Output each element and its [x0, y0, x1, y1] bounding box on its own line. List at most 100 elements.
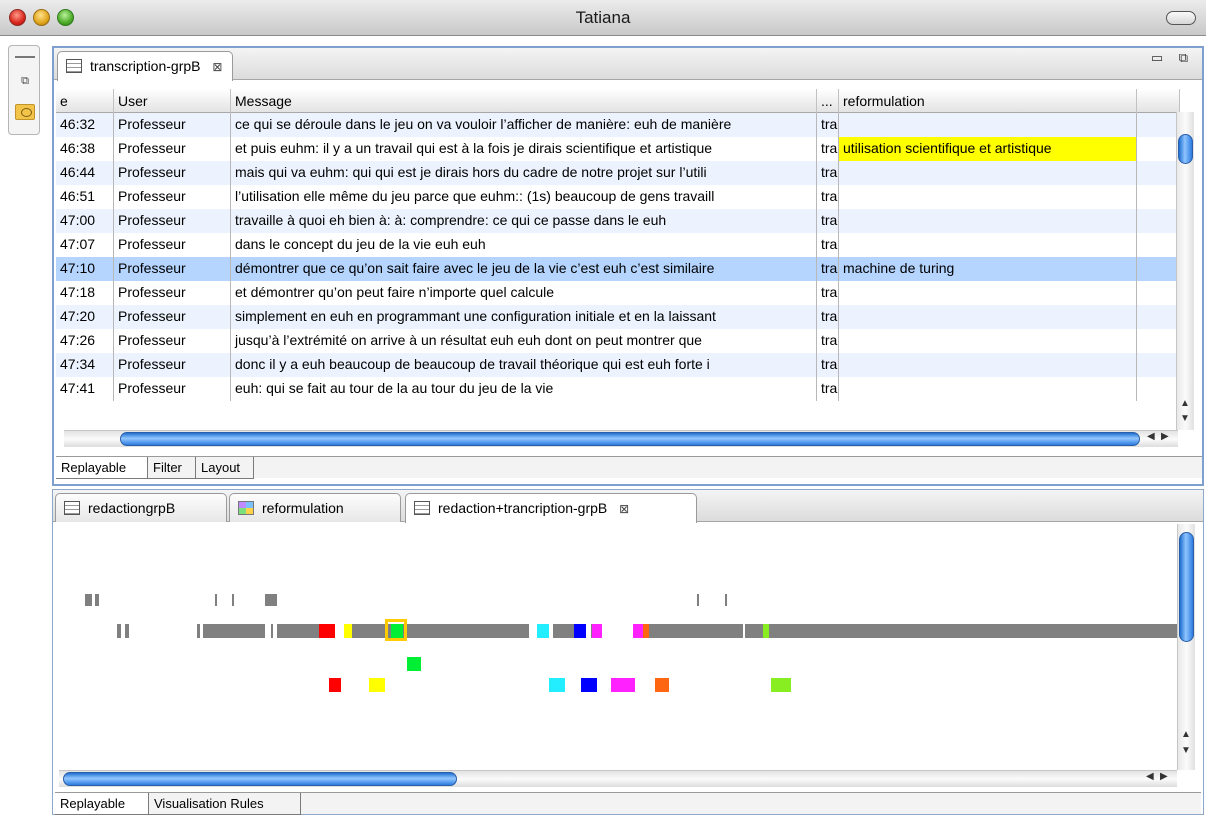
tab-visualisation-rules[interactable]: Visualisation Rules: [149, 793, 301, 815]
tab-label: transcription-grpB: [90, 58, 201, 74]
blue-event-mark[interactable]: [574, 624, 586, 638]
horizontal-scroll-thumb[interactable]: [120, 432, 1140, 446]
scroll-up-arrow-icon[interactable]: ▲: [1180, 398, 1190, 409]
cell-truncated: tra: [817, 377, 839, 401]
table-vertical-scrollbar[interactable]: ▲ ▼: [1176, 112, 1194, 430]
visualisation-vertical-scrollbar[interactable]: ▲ ▼: [1177, 524, 1195, 770]
scroll-right-arrow-icon[interactable]: ▶: [1161, 431, 1169, 442]
gray-event-mark[interactable]: [85, 594, 92, 606]
panel-window-controls[interactable]: ▭ ⧉: [1151, 50, 1194, 66]
scroll-down-arrow-icon[interactable]: ▼: [1181, 745, 1191, 756]
table-row[interactable]: 47:07 Professeur dans le concept du jeu de…: [56, 233, 1180, 257]
folder-icon[interactable]: [15, 104, 35, 120]
cyan-event-mark[interactable]: [549, 678, 565, 692]
table-row[interactable]: 46:44 Professeur mais qui va euhm: qui qui…: [56, 161, 1180, 185]
cell-user: Professeur: [114, 209, 231, 233]
gray-event-mark[interactable]: [725, 594, 727, 606]
orange-event-mark[interactable]: [643, 624, 649, 638]
cell-time: 46:38: [56, 137, 114, 161]
tab-redactiongrpB[interactable]: redactiongrpB: [55, 493, 227, 522]
tab-redaction-trancription-grpB[interactable]: redaction+trancription-grpB ⊠: [405, 493, 697, 523]
column-header-message[interactable]: Message: [231, 89, 817, 113]
table-row[interactable]: 47:00 Professeur travaille à quoi eh bien …: [56, 209, 1180, 233]
toolbar-toggle-button[interactable]: [1166, 11, 1196, 25]
table-row[interactable]: 47:26 Professeur jusqu’à l’extrémité on ar…: [56, 329, 1180, 353]
visualisation-horizontal-scrollbar[interactable]: ◀ ▶: [59, 770, 1177, 787]
tab-replayable[interactable]: Replayable: [55, 793, 149, 815]
gray-timeline-segment[interactable]: [647, 624, 743, 638]
gray-timeline-segment[interactable]: [271, 624, 273, 638]
yellow-event-mark[interactable]: [344, 624, 352, 638]
gray-timeline-segment[interactable]: [767, 624, 927, 638]
table-row[interactable]: 46:51 Professeur l’utilisation elle même d…: [56, 185, 1180, 209]
gray-timeline-segment[interactable]: [745, 624, 763, 638]
gray-timeline-segment[interactable]: [117, 624, 121, 638]
lime-event-mark[interactable]: [763, 624, 769, 638]
green-event-mark[interactable]: [407, 657, 421, 671]
close-icon[interactable]: ⊠: [619, 502, 629, 516]
scroll-up-arrow-icon[interactable]: ▲: [1181, 729, 1191, 740]
table-row[interactable]: 47:34 Professeur donc il y a euh beaucoup …: [56, 353, 1180, 377]
column-header-user[interactable]: User: [114, 89, 231, 113]
column-header-truncated[interactable]: ...: [817, 89, 839, 113]
cell-reformulation: [839, 353, 1137, 377]
table-horizontal-scrollbar[interactable]: ◀ ▶: [64, 430, 1178, 447]
horizontal-scroll-thumb[interactable]: [63, 772, 457, 786]
tab-transcription-grpB[interactable]: transcription-grpB ⊠: [57, 51, 234, 81]
gray-timeline-segment[interactable]: [197, 624, 200, 638]
selected-mark-highlight[interactable]: [385, 619, 407, 641]
gray-event-mark[interactable]: [215, 594, 217, 606]
cell-message: mais qui va euhm: qui qui est je dirais …: [231, 161, 817, 185]
gray-event-mark[interactable]: [697, 594, 699, 606]
scroll-left-arrow-icon[interactable]: ◀: [1147, 431, 1155, 442]
scroll-down-arrow-icon[interactable]: ▼: [1180, 413, 1190, 424]
cell-time: 46:32: [56, 113, 114, 137]
tab-layout[interactable]: Layout: [196, 457, 254, 479]
close-icon[interactable]: ⊠: [212, 60, 222, 74]
tab-label: redaction+trancription-grpB: [438, 500, 608, 516]
table-row[interactable]: 47:41 Professeur euh: qui se fait au tour …: [56, 377, 1180, 401]
tab-reformulation[interactable]: reformulation: [229, 493, 401, 522]
gray-timeline-segment[interactable]: [927, 624, 1179, 638]
cell-user: Professeur: [114, 113, 231, 137]
yellow-event-mark[interactable]: [369, 678, 385, 692]
table-row[interactable]: 47:20 Professeur simplement en euh en prog…: [56, 305, 1180, 329]
red-event-mark[interactable]: [319, 624, 335, 638]
lime-event-mark[interactable]: [771, 678, 791, 692]
gray-event-mark[interactable]: [265, 594, 277, 606]
cell-message: démontrer que ce qu’on sait faire avec l…: [231, 257, 817, 281]
gray-event-mark[interactable]: [95, 594, 99, 606]
magenta-event-mark[interactable]: [592, 624, 602, 638]
orange-event-mark[interactable]: [655, 678, 669, 692]
gray-timeline-segment[interactable]: [349, 624, 529, 638]
magenta-event-mark[interactable]: [611, 678, 635, 692]
table-row[interactable]: 46:38 Professeur et puis euhm: il y a un t…: [56, 137, 1180, 161]
tab-filter[interactable]: Filter: [148, 457, 196, 479]
blue-event-mark[interactable]: [581, 678, 597, 692]
cell-reformulation: utilisation scientifique et artistique: [839, 137, 1137, 161]
gray-timeline-segment[interactable]: [277, 624, 321, 638]
red-event-mark[interactable]: [329, 678, 341, 692]
restore-icon[interactable]: ⧉: [17, 74, 33, 88]
tab-replayable[interactable]: Replayable: [56, 457, 148, 479]
gray-timeline-segment[interactable]: [203, 624, 265, 638]
top-tabstrip: transcription-grpB ⊠ ▭ ⧉: [54, 48, 1202, 81]
column-header-reformulation[interactable]: reformulation: [839, 89, 1137, 113]
table-row[interactable]: 47:18 Professeur et démontrer qu’on peut f…: [56, 281, 1180, 305]
gray-event-mark[interactable]: [232, 594, 234, 606]
cell-user: Professeur: [114, 233, 231, 257]
trim-handle-icon[interactable]: [15, 56, 35, 58]
cell-time: 47:07: [56, 233, 114, 257]
gray-timeline-segment[interactable]: [553, 624, 575, 638]
scroll-right-arrow-icon[interactable]: ▶: [1160, 771, 1168, 782]
timeline-visualisation[interactable]: [55, 524, 1179, 770]
table-row[interactable]: 47:10 Professeur démontrer que ce qu’on sa…: [56, 257, 1180, 281]
scroll-left-arrow-icon[interactable]: ◀: [1146, 771, 1154, 782]
vertical-scroll-thumb[interactable]: [1178, 134, 1193, 164]
gray-timeline-segment[interactable]: [125, 624, 129, 638]
cyan-event-mark[interactable]: [537, 624, 549, 638]
table-row[interactable]: 46:32 Professeur ce qui se déroule dans le…: [56, 113, 1180, 137]
vertical-scroll-thumb[interactable]: [1179, 532, 1194, 642]
column-header-time[interactable]: e: [56, 89, 114, 113]
magenta-event-mark[interactable]: [633, 624, 643, 638]
